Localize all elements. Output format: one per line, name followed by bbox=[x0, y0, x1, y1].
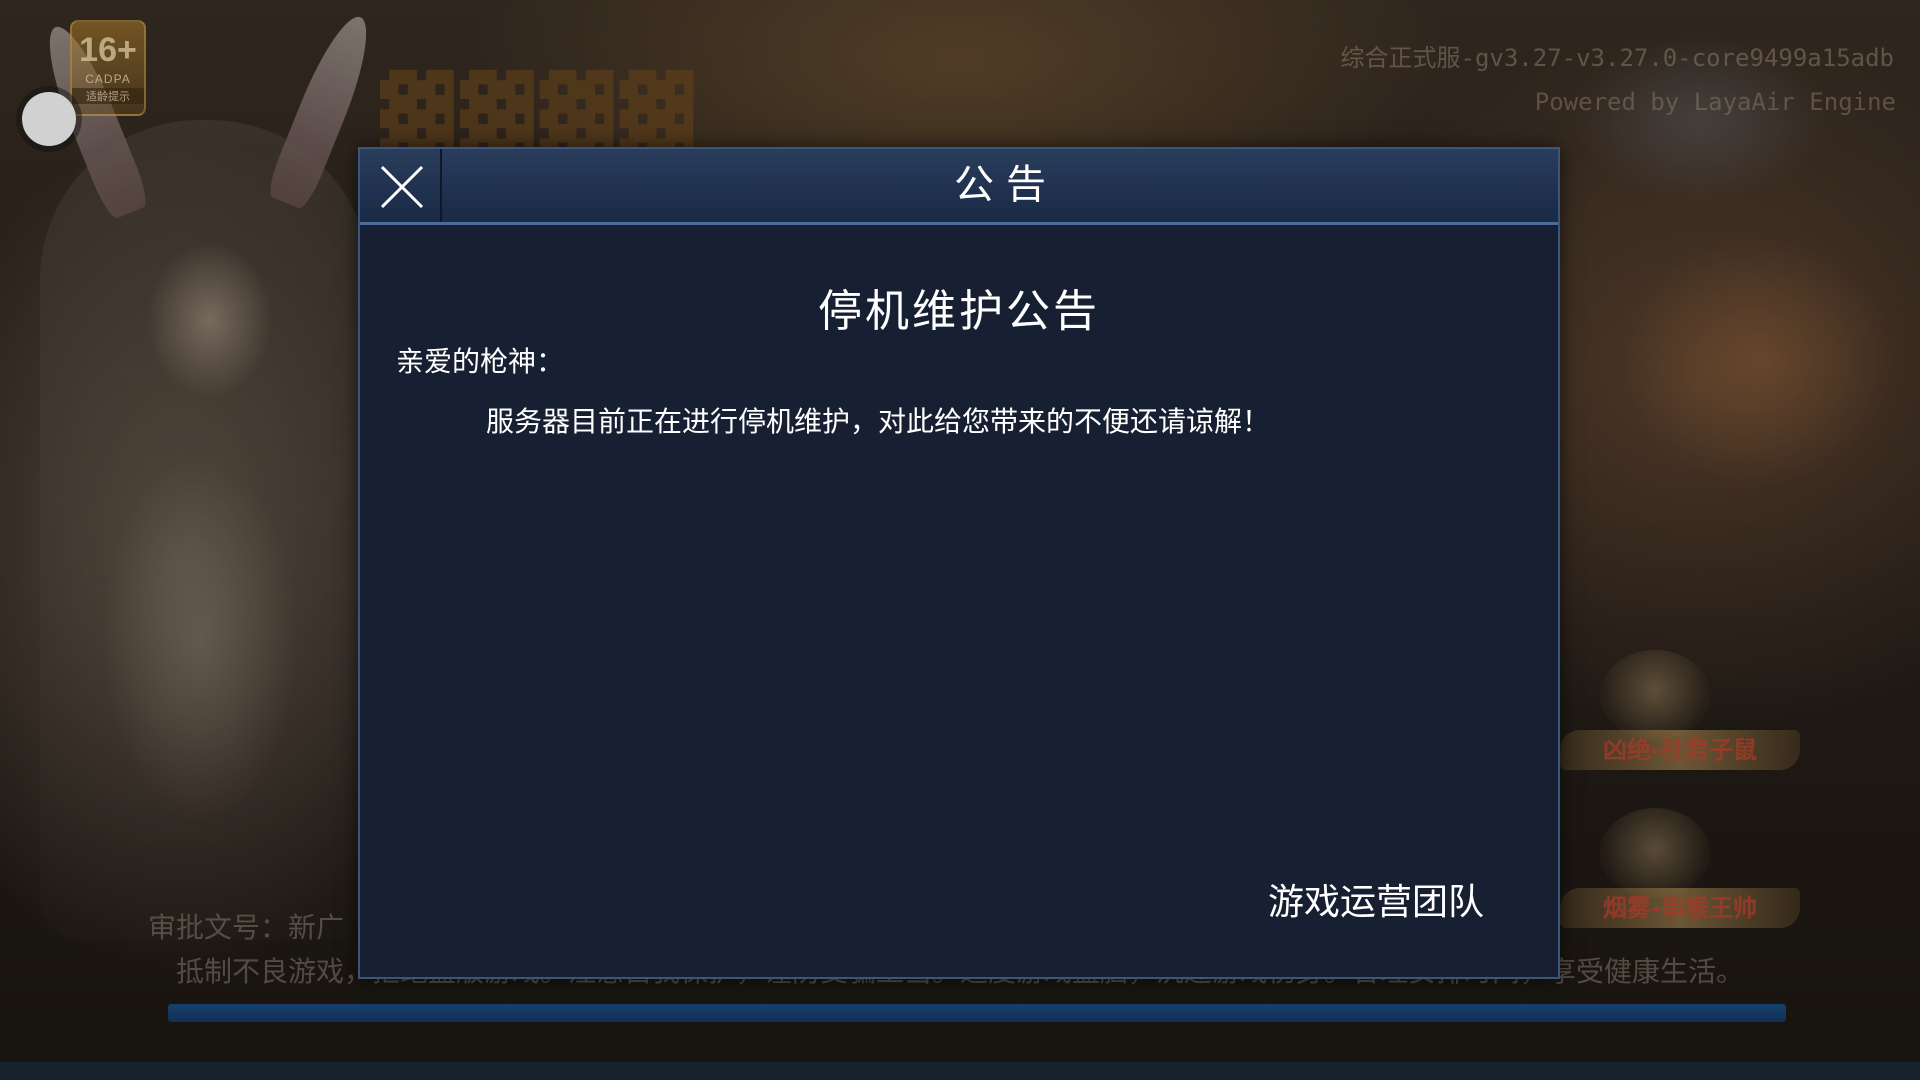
dialog-header: 公告 bbox=[360, 149, 1558, 225]
dialog-title: 公告 bbox=[954, 162, 1058, 208]
announcement-dialog: 公告 停机维护公告 亲爱的枪神： 服务器目前正在进行停机维护，对此给您带来的不便… bbox=[358, 147, 1560, 979]
dialog-body: 停机维护公告 亲爱的枪神： 服务器目前正在进行停机维护，对此给您带来的不便还请谅… bbox=[360, 225, 1558, 977]
game-login-screen: ▓▓▓▓ 16+ CADPA 适龄提示 综合正式服-gv3.27-v3.27.0… bbox=[0, 0, 1920, 1080]
notice-signature: 游戏运营团队 bbox=[1267, 882, 1484, 923]
notice-title: 停机维护公告 bbox=[818, 286, 1100, 337]
close-button[interactable] bbox=[360, 149, 442, 222]
notice-content: 服务器目前正在进行停机维护，对此给您带来的不便还请谅解！ bbox=[486, 405, 1271, 438]
close-icon bbox=[380, 165, 424, 209]
notice-greeting: 亲爱的枪神： bbox=[396, 345, 565, 378]
